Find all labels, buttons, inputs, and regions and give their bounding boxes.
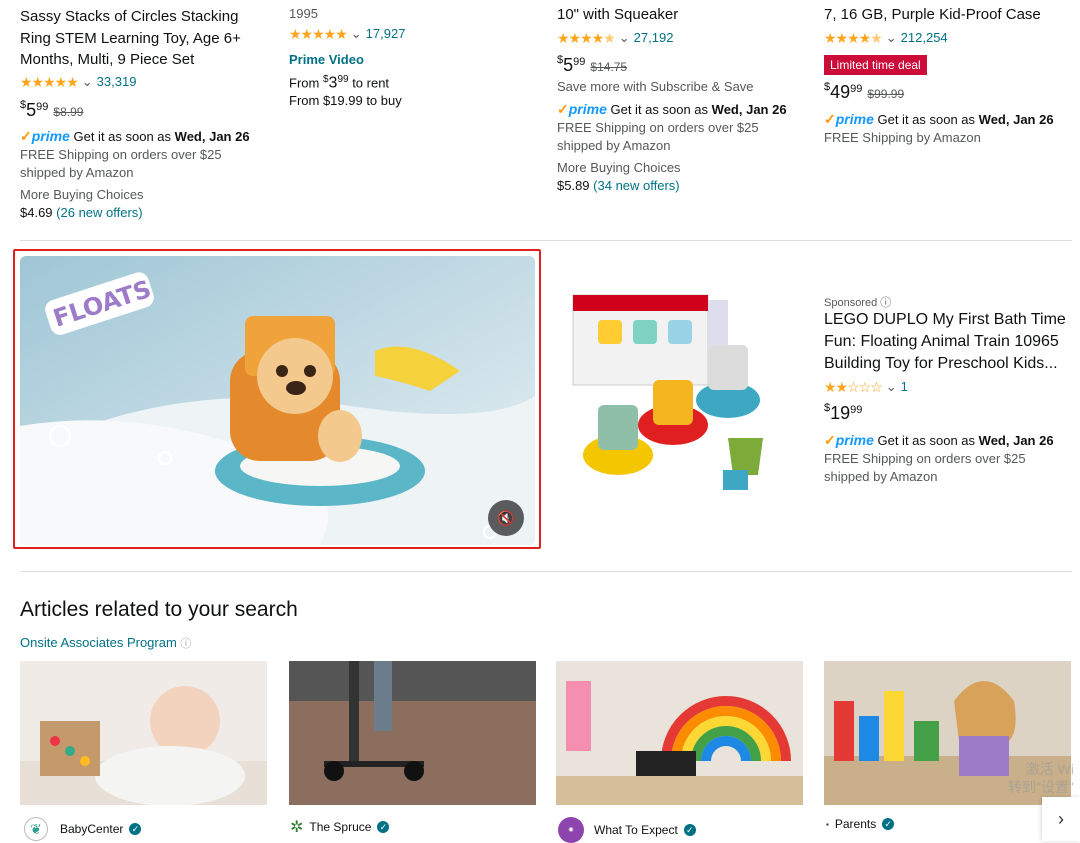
mute-icon[interactable]: 🔇: [488, 500, 524, 536]
prime-logo-icon: ✓prime: [824, 432, 874, 448]
section-divider: [20, 571, 1072, 572]
spruce-logo-icon: ✲: [290, 819, 304, 836]
prime-logo-icon: ✓prime: [824, 111, 874, 127]
article-thumbnail-the-spruce[interactable]: [289, 661, 536, 805]
delivery-line: ✓prime Get it as soon as Wed, Jan 26: [557, 101, 787, 117]
subscribe-save: Save more with Subscribe & Save: [557, 79, 754, 94]
rating[interactable]: ★★★★★ ⌄ 27,192: [557, 29, 673, 47]
list-price: $99.99: [867, 87, 905, 101]
product-title[interactable]: LEGO DUPLO My First Bath Time Fun: Float…: [824, 309, 1074, 375]
lego-duplo-image: [572, 294, 763, 490]
article-thumbnail-what-to-expect[interactable]: [556, 661, 803, 805]
list-price: $8.99: [53, 105, 84, 119]
verified-icon: ✓: [882, 818, 895, 830]
rating[interactable]: ★★★★★ ⌄ 17,927: [289, 25, 405, 43]
rating[interactable]: ★★★★★ ⌄ 212,254: [824, 29, 948, 47]
scooter-photo: [289, 661, 536, 805]
sponsored-product-image[interactable]: [558, 290, 778, 505]
toys-photo: [556, 661, 803, 805]
parents-logo-icon: ▪: [826, 819, 829, 829]
offer-line: $4.69 (26 new offers): [20, 205, 143, 220]
rating-count[interactable]: 33,319: [97, 73, 137, 91]
section-divider: [20, 240, 1072, 241]
verified-icon: ✓: [683, 824, 696, 836]
star-rating-icon: ★★☆☆☆: [824, 378, 883, 395]
more-buying-choices: More Buying Choices: [20, 187, 144, 202]
what-to-expect-logo-icon: ◉: [558, 817, 584, 843]
chevron-right-icon: ›: [1058, 808, 1064, 829]
star-rating-icon: ★★★★★: [20, 73, 79, 90]
rating-count[interactable]: 27,192: [634, 29, 674, 47]
chevron-down-icon: ⌄: [81, 74, 93, 89]
chevron-down-icon: ⌄: [350, 26, 362, 41]
shipping-info: FREE Shipping by Amazon: [824, 130, 981, 145]
onsite-associates-link[interactable]: Onsite Associates Program ⓘ: [20, 634, 191, 653]
info-icon[interactable]: ⓘ: [880, 297, 891, 309]
article-source-parents[interactable]: ▪ Parents ✓: [826, 817, 895, 831]
chevron-down-icon: ⌄: [618, 30, 630, 45]
baby-photo: [20, 661, 267, 805]
price: $599 $14.75: [557, 54, 628, 75]
prime-logo-icon: ✓prime: [20, 128, 70, 144]
deal-badge: Limited time deal: [824, 55, 927, 75]
rating-count[interactable]: 1: [901, 378, 908, 396]
chevron-down-icon: ⌄: [885, 30, 897, 45]
product-title[interactable]: 10" with Squeaker: [557, 4, 678, 26]
delivery-line: ✓prime Get it as soon as Wed, Jan 26: [824, 432, 1054, 448]
info-icon[interactable]: ⓘ: [180, 638, 191, 650]
delivery-line: ✓prime Get it as soon as Wed, Jan 26: [824, 111, 1054, 127]
article-source-babycenter[interactable]: ❦ BabyCenter ✓: [24, 817, 142, 841]
list-price: $14.75: [590, 60, 628, 74]
rating[interactable]: ★★☆☆☆ ⌄ 1: [824, 378, 908, 396]
more-buying-choices: More Buying Choices: [557, 160, 681, 175]
carousel-next-button[interactable]: ›: [1042, 797, 1080, 841]
star-rating-icon: ★★★★★: [289, 25, 348, 42]
rating[interactable]: ★★★★★ ⌄ 33,319: [20, 73, 136, 91]
price: $1999: [824, 402, 863, 423]
video-frame-image: FLOATS: [20, 256, 535, 545]
chevron-down-icon: ⌄: [885, 379, 897, 394]
rating-count[interactable]: 17,927: [366, 25, 406, 43]
offers-link[interactable]: (26 new offers): [56, 205, 142, 220]
sponsored-label: Sponsored ⓘ: [824, 297, 892, 309]
shipping-info: FREE Shipping on orders over $25 shipped…: [557, 120, 759, 153]
product-title[interactable]: Sassy Stacks of Circles Stacking Ring ST…: [20, 6, 270, 71]
buy-price: From $19.99 to buy: [289, 93, 402, 108]
article-source-the-spruce[interactable]: ✲ The Spruce ✓: [290, 817, 390, 837]
shipping-info: FREE Shipping on orders over $25 shipped…: [824, 451, 1026, 484]
articles-heading: Articles related to your search: [20, 598, 298, 621]
shipping-info: FREE Shipping on orders over $25 shipped…: [20, 147, 222, 180]
price: $4999 $99.99: [824, 81, 905, 102]
sponsored-video-player[interactable]: FLOATS 🔇: [20, 256, 535, 545]
prime-logo-icon: ✓prime: [557, 101, 607, 117]
verified-icon: ✓: [129, 823, 142, 835]
star-rating-icon: ★★★★★: [824, 29, 883, 46]
price: $599 $8.99: [20, 99, 84, 120]
verified-icon: ✓: [377, 821, 390, 833]
article-source-what-to-expect[interactable]: ◉ What To Expect ✓: [558, 817, 696, 843]
offer-line: $5.89 (34 new offers): [557, 178, 680, 193]
offers-link[interactable]: (34 new offers): [593, 178, 679, 193]
rating-count[interactable]: 212,254: [901, 29, 948, 47]
os-activation-watermark: 激活 Wi 转到"设置": [1008, 761, 1074, 795]
delivery-line: ✓prime Get it as soon as Wed, Jan 26: [20, 128, 250, 144]
star-rating-icon: ★★★★★: [557, 29, 616, 46]
product-title[interactable]: 7, 16 GB, Purple Kid-Proof Case: [824, 4, 1041, 26]
product-title[interactable]: 1995: [289, 5, 318, 23]
babycenter-logo-icon: ❦: [24, 817, 48, 841]
format-link[interactable]: Prime Video: [289, 51, 364, 69]
rent-price: From $399 to rent: [289, 74, 390, 92]
article-thumbnail-babycenter[interactable]: [20, 661, 267, 805]
